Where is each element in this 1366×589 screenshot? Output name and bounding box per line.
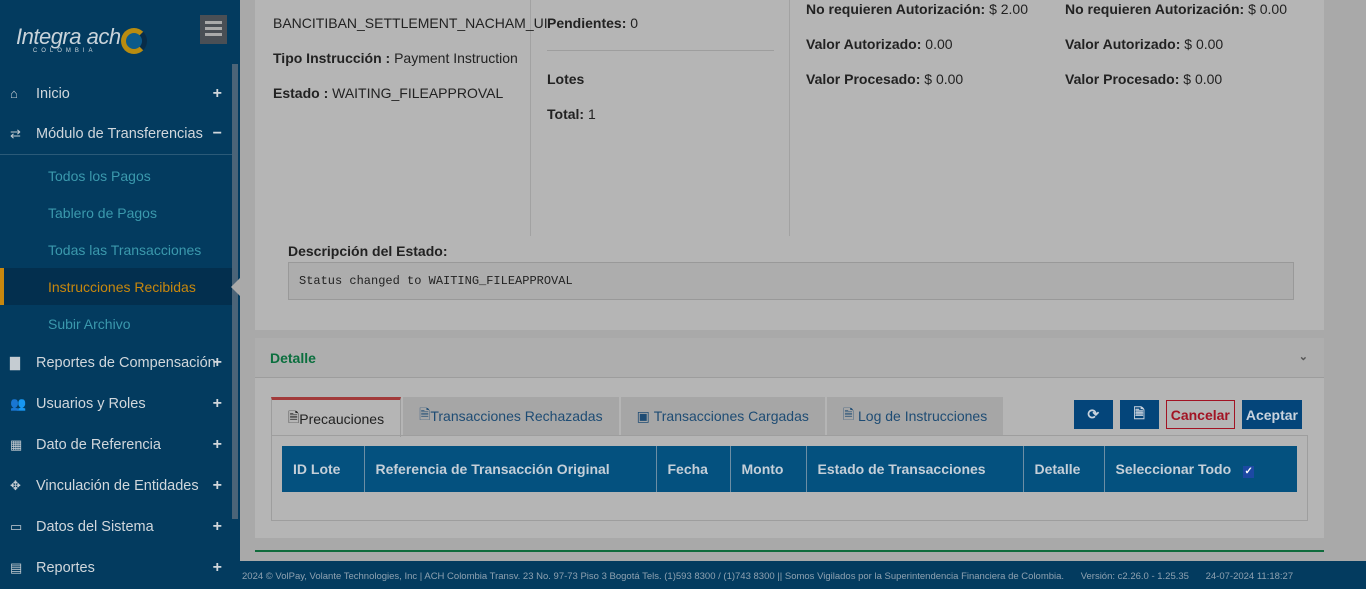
subitem-instrucciones-recibidas[interactable]: Instrucciones Recibidas [0, 268, 240, 305]
tab-log-instrucciones[interactable]: 🗎 Log de Instrucciones [826, 397, 1004, 435]
subitem-subir-archivo[interactable]: Subir Archivo [0, 305, 232, 342]
col-detalle: Detalle [1023, 446, 1105, 492]
instruction-name: BANCITIBAN_SETTLEMENT_NACHAM_UI [273, 15, 548, 31]
lotes-total: Total: 1 [547, 106, 596, 122]
subitem-todas-transacciones[interactable]: Todas las Transacciones [0, 231, 232, 268]
status-description-box: Status changed to WAITING_FILEAPPROVAL [288, 262, 1294, 300]
document-icon: 🗎 [419, 406, 431, 422]
summary-column-1 [273, 0, 531, 236]
exchange-icon: ⇄ [10, 126, 21, 141]
logo-ring-icon [121, 28, 147, 54]
divider [547, 50, 774, 51]
refresh-icon: ⟳ [1087, 406, 1100, 422]
col-seleccionar: Seleccionar Todo ✓ [1115, 460, 1255, 478]
cancel-button[interactable]: Cancelar [1165, 400, 1235, 429]
col-fecha: Fecha [656, 446, 731, 492]
authorized-a: Valor Autorizado: 0.00 [806, 36, 953, 52]
col-referencia: Referencia de Transacción Original [364, 446, 657, 492]
accept-button[interactable]: Aceptar [1241, 400, 1302, 429]
sidebar-item-vinculacion[interactable]: ✥ Vinculación de Entidades + [0, 465, 232, 506]
menu-toggle-button[interactable] [200, 15, 227, 44]
sidebar-item-datos-sistema[interactable]: ▭ Datos del Sistema + [0, 506, 232, 547]
excel-icon: 🗎 [1133, 404, 1145, 421]
sidebar: Integra ach COLOMBIA ⌂ Inicio + ⇄ Módulo de … [0, 0, 240, 589]
sidebar-item-dato-referencia[interactable]: ▦ Dato de Referencia + [0, 424, 232, 465]
no-auth-b: No requieren Autorización: $ 0.00 [1065, 1, 1287, 17]
refresh-button[interactable]: ⟳ [1073, 400, 1113, 429]
tab-transacciones-rechazadas[interactable]: 🗎 Transacciones Rechazadas [403, 397, 619, 435]
sidebar-item-transferencias[interactable]: ⇄ Módulo de Transferencias − [0, 114, 232, 155]
sidebar-item-usuarios[interactable]: 👥 Usuarios y Roles + [0, 383, 232, 424]
instruction-status: Estado : WAITING_FILEAPPROVAL [273, 85, 504, 101]
users-icon: 👥 [10, 395, 27, 411]
chevron-down-icon[interactable]: ⌄ [1299, 350, 1308, 363]
col-estado: Estado de Transacciones [806, 446, 1024, 492]
detail-header[interactable]: Detalle ⌄ [255, 338, 1324, 378]
instruction-summary-panel: BANCITIBAN_SETTLEMENT_NACHAM_UI Tipo Ins… [255, 0, 1324, 330]
crosshair-icon: ✥ [10, 477, 21, 493]
pending-count: Pendientes: 0 [547, 15, 639, 31]
instruction-type: Tipo Instrucción : Payment Instruction [273, 50, 518, 66]
transactions-table: ID Lote Referencia de Transacción Origin… [282, 446, 1297, 492]
subitem-todos-pagos[interactable]: Todos los Pagos [0, 157, 232, 194]
divider [255, 550, 1324, 552]
document-icon: 🗎 [288, 408, 300, 425]
processed-a: Valor Procesado: $ 0.00 [806, 71, 964, 87]
home-icon: ⌂ [10, 86, 18, 101]
tab-transacciones-cargadas[interactable]: ▣ Transacciones Cargadas [620, 397, 825, 435]
monitor-icon: ▭ [10, 518, 23, 534]
processed-b: Valor Procesado: $ 0.00 [1065, 71, 1223, 87]
sidebar-item-inicio[interactable]: ⌂ Inicio + [0, 73, 232, 114]
tab-content: ID Lote Referencia de Transacción Origin… [271, 435, 1308, 521]
select-all-checkbox[interactable]: ✓ [1243, 465, 1255, 478]
detail-panel: Detalle ⌄ 🗎 Precauciones 🗎 Transacciones Re… [255, 338, 1324, 538]
file-icon: ▇ [10, 354, 20, 370]
col-monto: Monto [730, 446, 807, 492]
sidebar-item-reportes[interactable]: ▤ Reportes + [0, 547, 232, 588]
sidebar-item-reportes-compensacion[interactable]: ▇ Reportes de Compensación + [0, 342, 232, 383]
calendar-icon: ▦ [10, 436, 23, 452]
col-id-lote: ID Lote [282, 446, 365, 492]
tab-precauciones[interactable]: 🗎 Precauciones [271, 397, 402, 437]
document-icon: 🗎 [842, 406, 859, 422]
authorized-b: Valor Autorizado: $ 0.00 [1065, 36, 1224, 52]
status-description-label: Descripción del Estado: [288, 243, 448, 259]
document-icon: ▤ [10, 559, 23, 575]
logo[interactable]: Integra ach COLOMBIA [16, 24, 121, 54]
money-icon: ▣ [636, 407, 654, 424]
subitem-tablero-pagos[interactable]: Tablero de Pagos [0, 194, 232, 231]
no-auth-a: No requieren Autorización: $ 2.00 [806, 1, 1028, 17]
export-excel-button[interactable]: 🗎 [1119, 400, 1159, 429]
lotes-heading: Lotes [547, 71, 585, 87]
